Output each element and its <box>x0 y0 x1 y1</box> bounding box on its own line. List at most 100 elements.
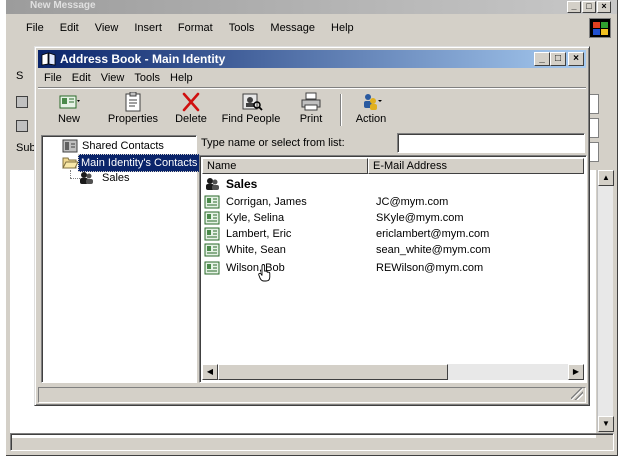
delete-x-icon <box>182 92 200 112</box>
menu-help[interactable]: Help <box>165 70 198 86</box>
action-button[interactable]: Action <box>348 92 394 130</box>
column-header-name-label: Name <box>207 160 237 172</box>
to-book-icon[interactable] <box>16 96 28 108</box>
close-button[interactable]: × <box>597 1 611 13</box>
message-vertical-scrollbar[interactable]: ▲ ▼ <box>597 170 614 432</box>
shared-contacts-label: Shared Contacts <box>82 140 164 152</box>
address-book-status-bar <box>38 387 586 403</box>
new-message-menu-bar: File Edit View Insert Format Tools Messa… <box>18 20 362 36</box>
menu-file[interactable]: File <box>39 70 67 86</box>
shared-contacts-book-icon <box>62 139 78 153</box>
maximize-button[interactable]: □ <box>550 52 566 66</box>
menu-message[interactable]: Message <box>262 20 323 36</box>
group-people-icon <box>80 172 93 184</box>
tree-connector-line <box>70 170 71 178</box>
main-identity-contacts-label: Main Identity's Contacts <box>78 154 201 172</box>
scroll-up-icon[interactable]: ▲ <box>598 170 614 186</box>
menu-tools[interactable]: Tools <box>221 20 263 36</box>
print-button[interactable]: Print <box>290 92 332 130</box>
contact-email: sean_white@mym.com <box>376 244 491 256</box>
contact-card-icon <box>204 243 220 257</box>
address-book-title-bar[interactable]: Address Book - Main Identity _ □ × <box>38 50 586 68</box>
scroll-down-icon[interactable]: ▼ <box>598 416 614 432</box>
open-folder-icon <box>62 157 78 169</box>
properties-button[interactable]: Properties <box>104 92 162 130</box>
contact-card-icon <box>204 261 220 275</box>
column-header-email[interactable]: E-Mail Address <box>368 158 584 174</box>
table-row[interactable]: Corrigan, James JC@mym.com <box>202 194 584 210</box>
new-label: New <box>57 113 80 125</box>
new-message-title-buttons: _ □ × <box>567 1 611 13</box>
contact-name: Wilson, Bob <box>226 262 285 274</box>
contact-card-icon <box>204 195 220 209</box>
minimize-button[interactable]: _ <box>534 52 550 66</box>
delete-button[interactable]: Delete <box>170 92 212 130</box>
address-book-title: Address Book - Main Identity <box>60 52 226 66</box>
address-book-toolbar: New Properties Delete Find People Print … <box>38 87 586 131</box>
sales-label: Sales <box>102 172 130 184</box>
scroll-right-icon[interactable]: ▶ <box>568 364 584 380</box>
maximize-button[interactable]: □ <box>582 1 596 13</box>
folder-tree: Shared Contacts Main Identity's Contacts… <box>41 135 201 383</box>
send-label-fragment: S <box>16 70 24 82</box>
find-people-label: Find People <box>221 113 281 125</box>
column-header-email-label: E-Mail Address <box>373 160 447 172</box>
table-row[interactable]: Lambert, Eric ericlambert@mym.com <box>202 226 584 242</box>
menu-insert[interactable]: Insert <box>126 20 170 36</box>
contact-email: ericlambert@mym.com <box>376 228 490 240</box>
contact-email: SKyle@mym.com <box>376 212 464 224</box>
print-label: Print <box>299 113 323 125</box>
search-label: Type name or select from list: <box>201 137 345 149</box>
close-button[interactable]: × <box>568 52 584 66</box>
menu-file[interactable]: File <box>18 20 52 36</box>
new-message-title: New Message <box>30 0 96 11</box>
new-button[interactable]: New <box>44 92 94 130</box>
search-input[interactable] <box>397 133 585 153</box>
contact-name: White, Sean <box>226 244 286 256</box>
resize-grip-icon[interactable] <box>571 388 583 400</box>
contact-name: Kyle, Selina <box>226 212 285 224</box>
contact-card-icon <box>204 227 220 241</box>
address-book-menu-bar: File Edit View Tools Help <box>39 70 198 86</box>
group-name: Sales <box>226 177 258 191</box>
scrollbar-thumb[interactable] <box>218 364 448 380</box>
minimize-button[interactable]: _ <box>567 1 581 13</box>
find-people-button[interactable]: Find People <box>220 92 282 130</box>
cc-book-icon[interactable] <box>16 120 28 132</box>
menu-help[interactable]: Help <box>323 20 362 36</box>
find-people-icon <box>242 93 263 111</box>
menu-format[interactable]: Format <box>170 20 221 36</box>
address-book-title-buttons: _ □ × <box>534 52 584 66</box>
table-row[interactable]: Wilson, Bob REWilson@mym.com <box>202 260 584 282</box>
column-header-name[interactable]: Name <box>202 158 368 174</box>
contact-name: Lambert, Eric <box>226 228 292 240</box>
menu-view[interactable]: View <box>96 70 130 86</box>
scroll-left-icon[interactable]: ◀ <box>202 364 218 380</box>
new-message-title-bar[interactable]: New Message <box>6 0 617 14</box>
new-contact-icon <box>59 95 80 109</box>
contacts-list: Name E-Mail Address Sales Corrigan, Jame… <box>199 155 587 383</box>
contact-email: JC@mym.com <box>376 196 449 208</box>
menu-edit[interactable]: Edit <box>67 70 96 86</box>
printer-icon <box>301 92 321 111</box>
action-label: Action <box>355 113 387 125</box>
action-icon <box>364 94 382 110</box>
menu-tools[interactable]: Tools <box>129 70 165 86</box>
list-item-group[interactable]: Sales <box>202 176 584 192</box>
table-row[interactable]: White, Sean sean_white@mym.com <box>202 242 584 258</box>
properties-icon <box>125 92 141 112</box>
delete-label: Delete <box>175 113 207 125</box>
table-row[interactable]: Kyle, Selina SKyle@mym.com <box>202 210 584 226</box>
address-book-window: Address Book - Main Identity _ □ × File … <box>34 46 590 406</box>
hand-cursor-icon <box>258 264 271 282</box>
contact-card-icon <box>204 211 220 225</box>
subject-label-fragment: Sub <box>16 142 36 154</box>
properties-label: Properties <box>107 113 159 125</box>
menu-edit[interactable]: Edit <box>52 20 87 36</box>
contact-email: REWilson@mym.com <box>376 262 484 274</box>
address-book-icon <box>41 52 56 66</box>
new-message-status-bar <box>10 433 614 451</box>
group-people-icon <box>206 178 219 190</box>
menu-view[interactable]: View <box>87 20 127 36</box>
contacts-horizontal-scrollbar[interactable]: ◀ ▶ <box>202 364 584 380</box>
